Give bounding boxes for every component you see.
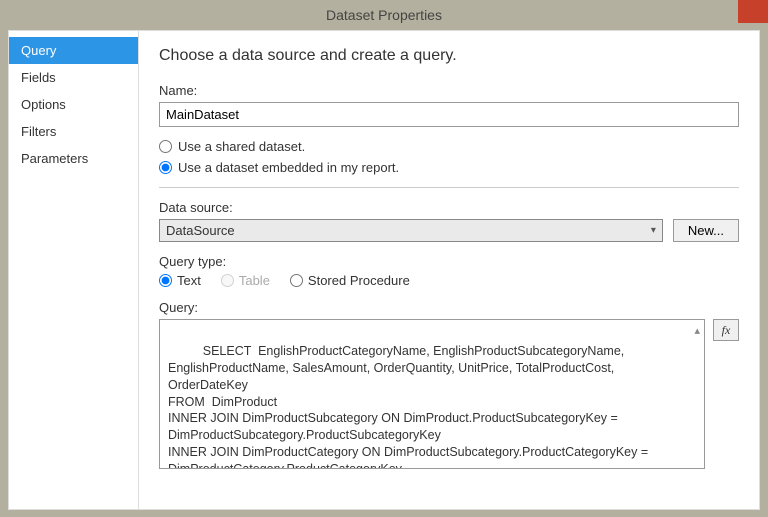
new-data-source-button[interactable]: New... bbox=[673, 219, 739, 242]
main-panel: Choose a data source and create a query.… bbox=[139, 31, 759, 509]
sidebar-item-label: Parameters bbox=[21, 151, 88, 166]
query-type-storedproc-label: Stored Procedure bbox=[308, 273, 410, 288]
query-type-block: Query type: Text Table Stored Procedure bbox=[159, 254, 739, 288]
sidebar-item-fields[interactable]: Fields bbox=[9, 64, 138, 91]
query-textarea[interactable]: SELECT EnglishProductCategoryName, Engli… bbox=[159, 319, 705, 469]
fx-label: fx bbox=[722, 323, 731, 338]
sidebar-item-parameters[interactable]: Parameters bbox=[9, 145, 138, 172]
page-heading: Choose a data source and create a query. bbox=[159, 47, 739, 65]
query-text-content: SELECT EnglishProductCategoryName, Engli… bbox=[168, 344, 683, 469]
titlebar: Dataset Properties bbox=[0, 0, 768, 30]
expression-button[interactable]: fx bbox=[713, 319, 739, 341]
sidebar-item-query[interactable]: Query bbox=[9, 37, 138, 64]
sidebar-item-filters[interactable]: Filters bbox=[9, 118, 138, 145]
radio-embedded-dataset[interactable] bbox=[159, 161, 172, 174]
data-source-block: Data source: DataSource ▾ New... bbox=[159, 200, 739, 242]
window-title: Dataset Properties bbox=[326, 7, 442, 23]
data-source-select[interactable]: DataSource ▾ bbox=[159, 219, 663, 242]
query-type-label: Query type: bbox=[159, 254, 739, 269]
divider bbox=[159, 187, 739, 188]
name-field-block: Name: bbox=[159, 83, 739, 127]
query-type-table-label: Table bbox=[239, 273, 270, 288]
radio-embedded-label: Use a dataset embedded in my report. bbox=[178, 160, 399, 175]
query-type-text-label: Text bbox=[177, 273, 201, 288]
query-block: Query: SELECT EnglishProductCategoryName… bbox=[159, 300, 739, 469]
scroll-up-icon[interactable]: ▴ bbox=[694, 324, 700, 339]
radio-shared-label: Use a shared dataset. bbox=[178, 139, 305, 154]
dataset-mode-block: Use a shared dataset. Use a dataset embe… bbox=[159, 139, 739, 175]
sidebar-item-label: Query bbox=[21, 43, 56, 58]
sidebar-item-label: Fields bbox=[21, 70, 56, 85]
name-input[interactable] bbox=[159, 102, 739, 127]
name-label: Name: bbox=[159, 83, 739, 98]
close-button[interactable] bbox=[738, 0, 768, 23]
radio-query-text[interactable] bbox=[159, 274, 172, 287]
chevron-down-icon: ▾ bbox=[651, 225, 656, 236]
sidebar: Query Fields Options Filters Parameters bbox=[9, 31, 139, 509]
radio-query-table bbox=[221, 274, 234, 287]
radio-shared-dataset[interactable] bbox=[159, 140, 172, 153]
sidebar-item-label: Filters bbox=[21, 124, 56, 139]
data-source-label: Data source: bbox=[159, 200, 739, 215]
radio-query-storedproc[interactable] bbox=[290, 274, 303, 287]
dialog-body: Query Fields Options Filters Parameters … bbox=[8, 30, 760, 510]
sidebar-item-options[interactable]: Options bbox=[9, 91, 138, 118]
sidebar-item-label: Options bbox=[21, 97, 66, 112]
query-label: Query: bbox=[159, 300, 739, 315]
data-source-value: DataSource bbox=[166, 223, 235, 238]
